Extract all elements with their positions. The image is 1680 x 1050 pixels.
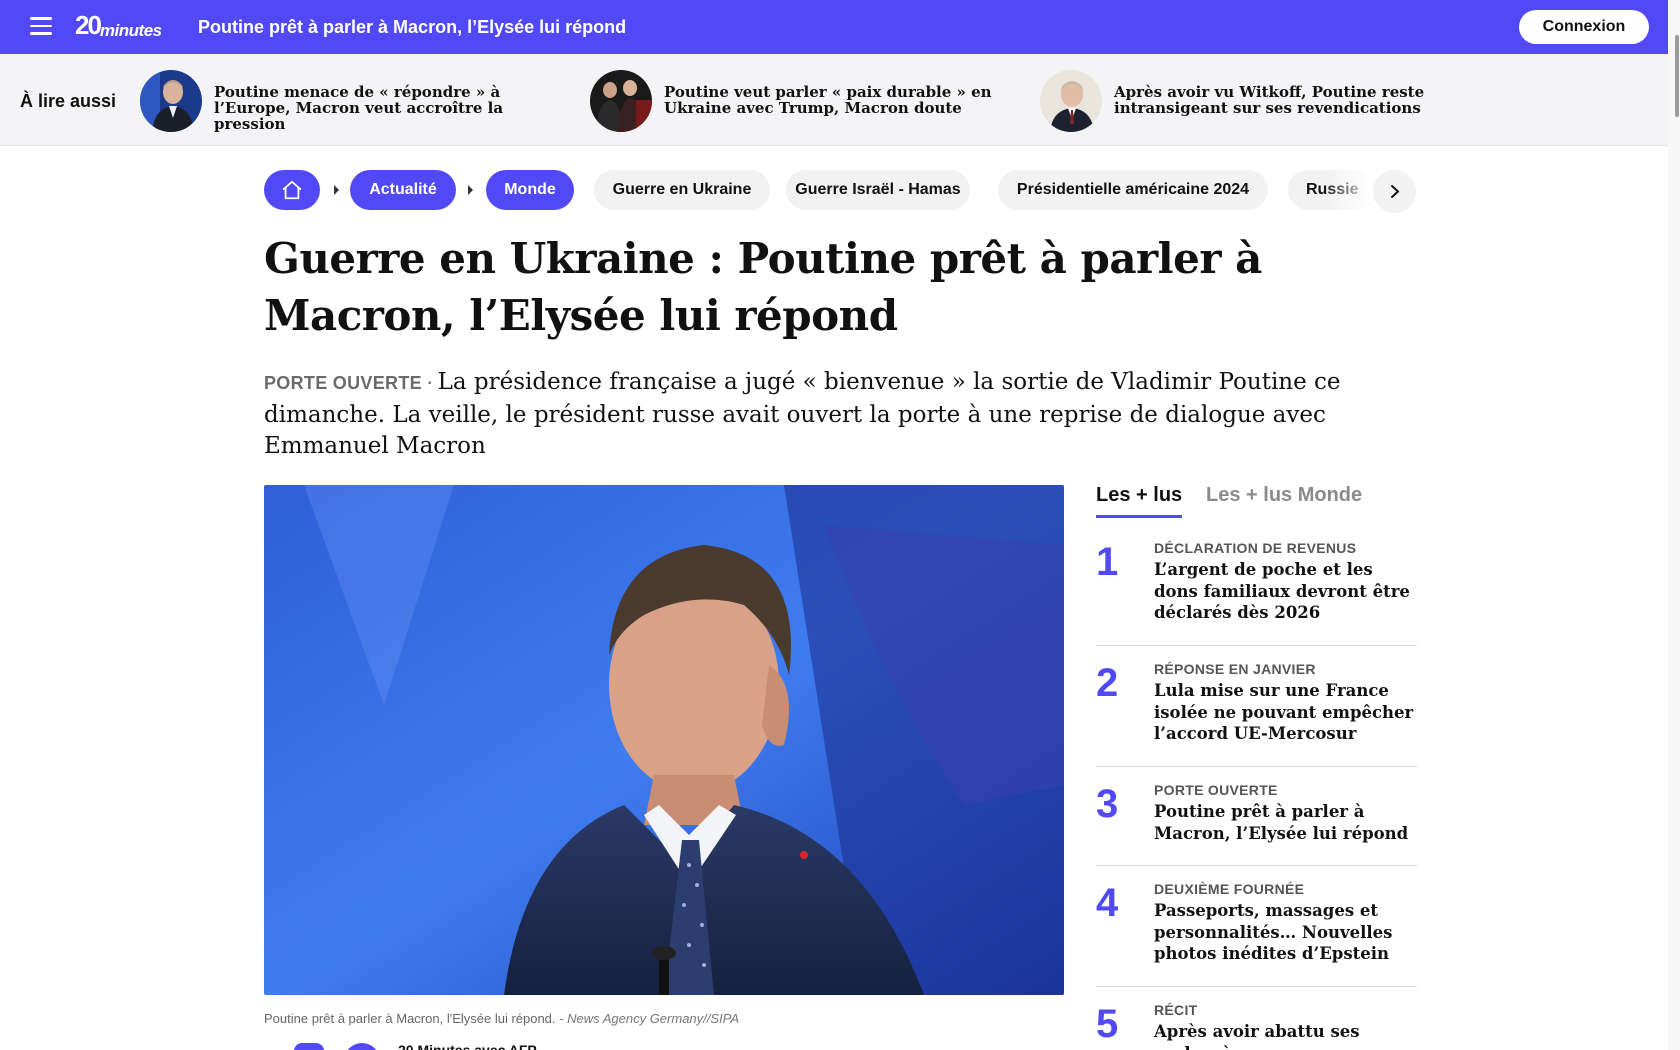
divider	[1096, 645, 1417, 646]
most-read-item-3[interactable]: 3 PORTE OUVERTE Poutine prêt à parler à …	[1096, 782, 1417, 852]
author-name[interactable]: 20 Minutes avec AFP	[398, 1042, 537, 1050]
scrollbar-thumb[interactable]	[1675, 35, 1679, 117]
most-read-item-4[interactable]: 4 DEUXIÈME FOURNÉE Passeports, massages …	[1096, 881, 1417, 971]
tags-next-button[interactable]	[1373, 170, 1416, 213]
related-title: Après avoir vu Witkoff, Poutine reste in…	[1114, 83, 1425, 117]
author-row: 20 Minutes avec AFP	[264, 1040, 864, 1050]
author-logo-icon	[294, 1043, 324, 1050]
caption-text: Poutine prêt à parler à Macron, l'Elysée…	[264, 1011, 556, 1026]
related-article-2[interactable]: Poutine veut parler « paix durable » en …	[590, 70, 1010, 132]
article-kicker: PORTE OUVERTE	[264, 373, 422, 393]
related-thumbnail	[140, 70, 202, 132]
home-button[interactable]	[264, 170, 320, 210]
article-headline: Guerre en Ukraine : Poutine prêt à parle…	[264, 234, 1262, 340]
chevron-right-icon	[1391, 185, 1399, 198]
login-button[interactable]: Connexion	[1519, 10, 1649, 44]
breadcrumb-separator-icon	[468, 185, 473, 195]
breadcrumb-monde[interactable]: Monde	[486, 170, 574, 210]
most-read-item-1[interactable]: 1 DÉCLARATION DE REVENUS L’argent de poc…	[1096, 540, 1417, 630]
divider	[1096, 865, 1417, 866]
menu-icon[interactable]	[30, 17, 52, 37]
tag-guerre-israel-hamas[interactable]: Guerre Israël - Hamas	[786, 170, 970, 210]
rank-number: 5	[1096, 1002, 1119, 1046]
rank-title: L’argent de poche et les dons familiaux …	[1154, 560, 1410, 622]
rank-title: Poutine prêt à parler à Macron, l’Elysée…	[1154, 802, 1409, 843]
divider	[1096, 986, 1417, 987]
related-article-3[interactable]: Après avoir vu Witkoff, Poutine reste in…	[1040, 70, 1460, 132]
tag-presidentielle-americaine-2024[interactable]: Présidentielle américaine 2024	[998, 170, 1268, 210]
most-read-tabs: Les + lus Les + lus Monde	[1096, 484, 1416, 518]
breadcrumb-actualite[interactable]: Actualité	[350, 170, 456, 210]
scrollbar-track[interactable]	[1668, 0, 1680, 1050]
rank-kicker: DÉCLARATION DE REVENUS	[1154, 540, 1357, 556]
divider	[1096, 766, 1417, 767]
rank-number: 2	[1096, 661, 1119, 705]
top-bar-article-title: Poutine prêt à parler à Macron, l’Elysée…	[198, 17, 627, 37]
active-tab-indicator	[1096, 515, 1182, 518]
related-article-1[interactable]: Poutine menace de « répondre » à l’Europ…	[140, 70, 560, 132]
tab-les-plus-lus-monde[interactable]: Les + lus Monde	[1206, 484, 1362, 507]
rank-number: 1	[1096, 540, 1119, 584]
breadcrumb: Actualité Monde Guerre en Ukraine Guerre…	[264, 170, 1416, 213]
most-read-item-2[interactable]: 2 RÉPONSE EN JANVIER Lula mise sur une F…	[1096, 661, 1417, 751]
most-read-item-5[interactable]: 5 RÉCIT Après avoir abattu ses vaches à	[1096, 1002, 1417, 1050]
top-bar: 20minutes Poutine prêt à parler à Macron…	[0, 0, 1680, 54]
tags-fade	[1324, 170, 1374, 212]
related-thumbnail	[590, 70, 652, 132]
author-avatar[interactable]	[344, 1043, 380, 1050]
related-title: Poutine veut parler « paix durable » en …	[664, 83, 992, 117]
rank-kicker: RÉCIT	[1154, 1002, 1198, 1018]
article-lead: PORTE OUVERTE · La présidence française a …	[264, 366, 1374, 463]
rank-kicker: DEUXIÈME FOURNÉE	[1154, 881, 1305, 897]
tag-guerre-en-ukraine[interactable]: Guerre en Ukraine	[594, 170, 770, 210]
rank-number: 3	[1096, 782, 1119, 826]
rank-kicker: RÉPONSE EN JANVIER	[1154, 661, 1316, 677]
related-title: Poutine menace de « répondre » à l’Europ…	[214, 83, 504, 133]
related-articles-strip: À lire aussi Poutine menace de « répondr…	[0, 54, 1668, 146]
rank-number: 4	[1096, 881, 1119, 925]
rank-title: Après avoir abattu ses vaches à	[1154, 1022, 1360, 1050]
kicker-separator: ·	[425, 368, 434, 394]
related-label: À lire aussi	[20, 91, 117, 111]
site-logo[interactable]: 20minutes	[75, 12, 162, 39]
rank-title: Passeports, massages et personnalités… N…	[1154, 901, 1393, 963]
breadcrumb-separator-icon	[334, 185, 339, 195]
related-thumbnail	[1040, 70, 1102, 132]
image-credit: - News Agency Germany//SIPA	[555, 1011, 740, 1026]
tab-les-plus-lus[interactable]: Les + lus	[1096, 484, 1182, 507]
rank-kicker: PORTE OUVERTE	[1154, 782, 1278, 798]
image-caption: Poutine prêt à parler à Macron, l'Elysée…	[264, 1011, 739, 1026]
article-hero-image	[264, 485, 1064, 995]
home-icon	[282, 180, 302, 200]
rank-title: Lula mise sur une France isolée ne pouva…	[1154, 681, 1414, 743]
